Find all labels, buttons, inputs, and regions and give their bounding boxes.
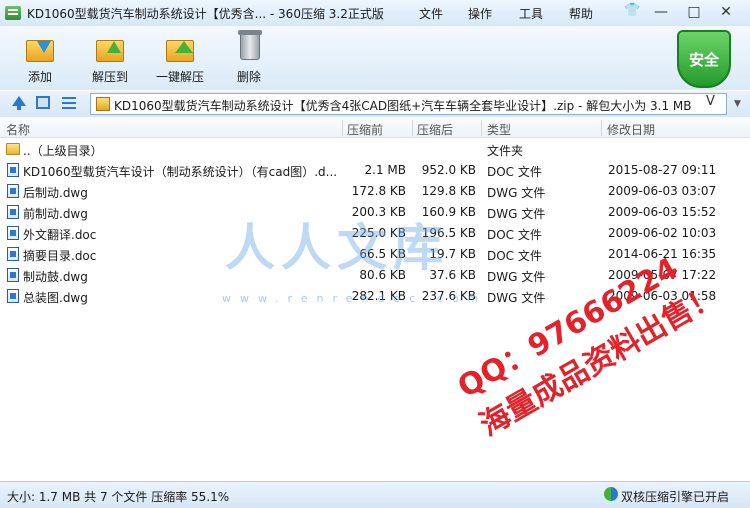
- size-after: 237.6 KB: [421, 289, 476, 303]
- file-list: 名称 压缩前 压缩后 类型 修改日期 ..（上级目录） 文件夹 KD1060型载…: [0, 118, 750, 481]
- file-name: 外文翻译.doc: [23, 228, 97, 242]
- close-button[interactable]: ✕: [715, 2, 737, 22]
- table-row[interactable]: 摘要目录.doc 66.5 KB 19.7 KB DOC 文件 2014-06-…: [0, 244, 750, 265]
- size-before: 66.5 KB: [359, 247, 406, 261]
- address-bar: KD1060型载货汽车制动系统设计【优秀含4张CAD图纸+汽车车辆全套毕业设计】…: [0, 91, 750, 117]
- doc-file-icon: [7, 163, 19, 177]
- menu-file[interactable]: 文件: [419, 5, 443, 22]
- delete-icon: [232, 30, 266, 62]
- delete-button[interactable]: 删除: [231, 30, 267, 88]
- add-icon: [23, 30, 57, 62]
- doc-file-icon: [7, 247, 19, 261]
- parent-dir-row[interactable]: ..（上级目录） 文件夹: [0, 139, 750, 160]
- file-name: 前制动.dwg: [23, 207, 88, 221]
- size-before: 225.0 KB: [351, 226, 406, 240]
- modified-date: 2014-06-21 16:35: [608, 247, 717, 261]
- size-before: 172.8 KB: [351, 184, 406, 198]
- dwg-file-icon: [7, 268, 19, 282]
- security-label: 安全: [688, 51, 719, 69]
- file-type: DWG 文件: [487, 186, 546, 200]
- table-row[interactable]: 外文翻译.doc 225.0 KB 196.5 KB DOC 文件 2009-0…: [0, 223, 750, 244]
- folder-icon: [6, 143, 20, 155]
- size-after: 37.6 KB: [429, 268, 476, 282]
- menu-help[interactable]: 帮助: [569, 5, 593, 22]
- skin-icon[interactable]: 👕: [624, 4, 640, 18]
- size-after: 160.9 KB: [421, 205, 476, 219]
- file-name: 制动鼓.dwg: [23, 270, 88, 284]
- size-after: 196.5 KB: [421, 226, 476, 240]
- add-button[interactable]: 添加: [20, 30, 60, 88]
- file-type: DOC 文件: [487, 165, 542, 179]
- doc-file-icon: [7, 226, 19, 240]
- file-name: 总装图.dwg: [23, 291, 88, 305]
- dual-core-engine-icon: [604, 487, 618, 501]
- up-arrow-icon[interactable]: [12, 96, 26, 110]
- archive-summary: 大小: 1.7 MB 共 7 个文件 压缩率 55.1%: [7, 490, 230, 504]
- delete-label: 删除: [236, 70, 261, 84]
- status-bar: 大小: 1.7 MB 共 7 个文件 压缩率 55.1% 双核压缩引擎已开启: [0, 481, 750, 508]
- address-v-label: V: [706, 94, 715, 109]
- table-row[interactable]: 制动鼓.dwg 80.6 KB 37.6 KB DWG 文件 2009-05-0…: [0, 265, 750, 286]
- dwg-file-icon: [7, 289, 19, 303]
- modified-date: 2015-08-27 09:11: [608, 163, 717, 177]
- modified-date: 2009-06-03 01:58: [608, 289, 717, 303]
- toolbar: 添加 解压到 一键解压 删除: [0, 26, 750, 90]
- list-view-icon[interactable]: [62, 97, 76, 109]
- add-label: 添加: [27, 70, 52, 84]
- zip-file-icon: [96, 97, 110, 111]
- extract-to-icon: [93, 30, 127, 62]
- parent-dir-name: ..（上级目录）: [23, 144, 103, 158]
- dwg-file-icon: [7, 205, 19, 219]
- table-row[interactable]: 前制动.dwg 200.3 KB 160.9 KB DWG 文件 2009-06…: [0, 202, 750, 223]
- file-name: 摘要目录.doc: [23, 249, 97, 263]
- size-after: 129.8 KB: [421, 184, 476, 198]
- modified-date: 2009-06-02 10:03: [608, 226, 717, 240]
- extract-to-label: 解压到: [91, 70, 128, 84]
- one-click-extract-icon: [163, 30, 197, 62]
- table-row[interactable]: 总装图.dwg 282.1 KB 237.6 KB DWG 文件 2009-06…: [0, 286, 750, 307]
- table-row[interactable]: 后制动.dwg 172.8 KB 129.8 KB DWG 文件 2009-06…: [0, 181, 750, 202]
- engine-status[interactable]: 双核压缩引擎已开启: [621, 488, 729, 505]
- app-logo-icon: [5, 6, 21, 20]
- size-before: 200.3 KB: [351, 205, 406, 219]
- col-before[interactable]: 压缩前: [347, 121, 383, 138]
- file-type: DWG 文件: [487, 291, 546, 305]
- menu-operate[interactable]: 操作: [468, 5, 492, 22]
- file-name: KD1060型载货汽车设计（制动系统设计）（有cad图）.d...: [23, 165, 338, 179]
- size-before: 282.1 KB: [351, 289, 406, 303]
- file-type: DOC 文件: [487, 249, 542, 263]
- menu-tools[interactable]: 工具: [519, 5, 543, 22]
- parent-dir-type: 文件夹: [487, 144, 524, 158]
- one-click-extract-label: 一键解压: [155, 70, 204, 84]
- table-row[interactable]: KD1060型载货汽车设计（制动系统设计）（有cad图）.d... 2.1 MB…: [0, 160, 750, 181]
- col-name[interactable]: 名称: [6, 121, 30, 138]
- file-type: DOC 文件: [487, 228, 542, 242]
- col-after[interactable]: 压缩后: [417, 121, 453, 138]
- address-dropdown-icon[interactable]: ▼: [729, 93, 746, 115]
- maximize-button[interactable]: □: [683, 2, 705, 22]
- security-shield-icon[interactable]: 安全: [677, 30, 731, 88]
- modified-date: 2009-05-07 17:22: [608, 268, 717, 282]
- file-type: DWG 文件: [487, 270, 546, 284]
- size-before: 2.1 MB: [364, 163, 406, 177]
- modified-date: 2009-06-03 15:52: [608, 205, 717, 219]
- size-after: 19.7 KB: [429, 247, 476, 261]
- file-name: 后制动.dwg: [23, 186, 88, 200]
- file-type: DWG 文件: [487, 207, 546, 221]
- minimize-button[interactable]: —: [650, 2, 672, 22]
- size-after: 952.0 KB: [421, 163, 476, 177]
- one-click-extract-button[interactable]: 一键解压: [152, 30, 208, 88]
- extract-to-button[interactable]: 解压到: [88, 30, 132, 88]
- dwg-file-icon: [7, 184, 19, 198]
- list-header: 名称 压缩前 压缩后 类型 修改日期: [0, 118, 750, 138]
- col-date[interactable]: 修改日期: [607, 121, 655, 138]
- col-type[interactable]: 类型: [487, 121, 511, 138]
- thumbnail-view-icon[interactable]: [36, 96, 50, 109]
- window-title: KD1060型载货汽车制动系统设计【优秀含... - 360压缩 3.2正式版: [27, 6, 384, 21]
- address-field[interactable]: KD1060型载货汽车制动系统设计【优秀含4张CAD图纸+汽车车辆全套毕业设计】…: [90, 93, 727, 115]
- address-path: KD1060型载货汽车制动系统设计【优秀含4张CAD图纸+汽车车辆全套毕业设计】…: [114, 99, 692, 113]
- modified-date: 2009-06-03 03:07: [608, 184, 717, 198]
- size-before: 80.6 KB: [359, 268, 406, 282]
